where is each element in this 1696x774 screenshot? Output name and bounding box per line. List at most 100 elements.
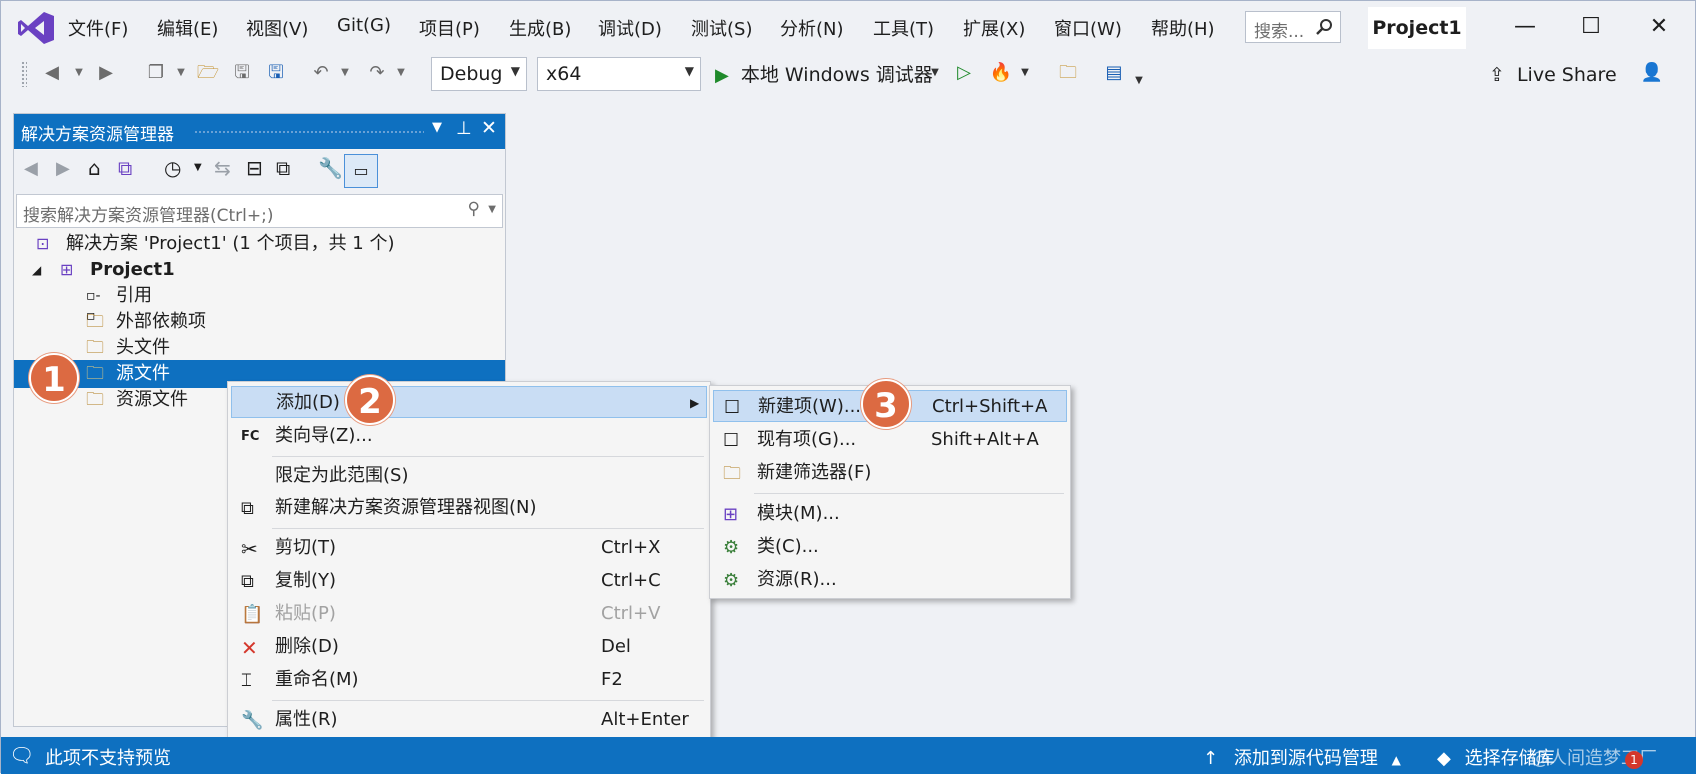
back-icon[interactable]: ◀: [39, 59, 65, 87]
add-to-source-control-button[interactable]: ↑ 添加到源代码管理 ▲: [1203, 744, 1413, 770]
solution-config-dropdown[interactable]: Debug ▼: [431, 57, 527, 91]
new-project-dropdown-icon[interactable]: ▼: [173, 59, 189, 87]
toolbar-grip[interactable]: [21, 61, 27, 87]
search-options-icon[interactable]: ▼: [488, 204, 496, 215]
menu-test[interactable]: 测试(S): [691, 15, 752, 41]
submenu-item-class[interactable]: ⚙ 类(C)...: [713, 531, 1067, 563]
submenu-item-new-filter[interactable]: 🗀 新建筛选器(F): [713, 457, 1067, 489]
menu-tools[interactable]: 工具(T): [873, 15, 934, 41]
pending-dropdown-icon[interactable]: ▼: [194, 162, 202, 173]
find-in-files-icon[interactable]: 🗀: [1053, 59, 1083, 87]
filter-folder-icon: 🗀: [86, 389, 104, 410]
external-deps-icon: 🗀: [86, 311, 104, 332]
maximize-button[interactable]: ☐: [1563, 7, 1619, 47]
debug-target-dropdown-icon[interactable]: ▼: [927, 59, 943, 87]
menu-view[interactable]: 视图(V): [246, 15, 308, 41]
menu-window[interactable]: 窗口(W): [1054, 15, 1122, 41]
menu-item-label: 新建筛选器(F): [757, 462, 872, 483]
step-badge-3: 3: [861, 379, 911, 429]
search-icon: ⚲: [467, 199, 480, 219]
forward-icon[interactable]: ▶: [56, 158, 70, 179]
start-without-debugging-icon[interactable]: ▷: [951, 59, 977, 87]
feedback-icon[interactable]: 👤: [1637, 59, 1667, 87]
menu-item-delete[interactable]: ✕ 删除(D) Del: [231, 631, 707, 663]
preview-selected-icon[interactable]: ▭: [344, 154, 378, 188]
notification-badge[interactable]: 1: [1625, 751, 1643, 769]
menu-build[interactable]: 生成(B): [509, 15, 571, 41]
tree-item-label: Project1: [90, 259, 175, 280]
solution-explorer-titlebar[interactable]: 解决方案资源管理器 ▼ ⊥ ✕: [14, 114, 505, 149]
tree-item-solution[interactable]: ⊡ 解决方案 'Project1' (1 个项目，共 1 个): [14, 230, 505, 258]
menu-item-paste[interactable]: 📋 粘贴(P) Ctrl+V: [231, 598, 707, 630]
menu-git[interactable]: Git(G): [337, 15, 391, 36]
minimize-button[interactable]: —: [1497, 7, 1553, 47]
solution-explorer-search[interactable]: 搜索解决方案资源管理器(Ctrl+;) ⚲ ▼: [16, 194, 503, 228]
back-dropdown-icon[interactable]: ▼: [71, 59, 87, 87]
forward-icon[interactable]: ▶: [93, 59, 119, 87]
collapse-all-icon[interactable]: ⊟: [246, 156, 263, 180]
redo-dropdown-icon[interactable]: ▼: [393, 59, 409, 87]
tree-item-references[interactable]: ▫-▫ 引用: [14, 282, 505, 324]
menu-item-rename[interactable]: ⌶ 重命名(M) F2: [231, 664, 707, 696]
properties-wrench-icon[interactable]: 🔧: [318, 156, 343, 180]
menu-edit[interactable]: 编辑(E): [157, 15, 218, 41]
toolbar-options-icon[interactable]: ▼: [1131, 67, 1147, 95]
menu-help[interactable]: 帮助(H): [1151, 15, 1215, 41]
submenu-item-module[interactable]: ⊞ 模块(M)...: [713, 498, 1067, 530]
tree-item-project[interactable]: ◢ ⊞ Project1: [14, 256, 505, 284]
menu-item-new-explorer-view[interactable]: ⧉ 新建解决方案资源管理器视图(N): [231, 492, 707, 524]
undo-dropdown-icon[interactable]: ▼: [337, 59, 353, 87]
show-all-files-icon[interactable]: ⧉: [276, 156, 290, 180]
project-title: Project1: [1368, 7, 1466, 49]
hot-reload-dropdown-icon[interactable]: ▼: [1017, 59, 1033, 87]
menu-item-label: 新建解决方案资源管理器视图(N): [275, 497, 537, 518]
visual-studio-logo-icon[interactable]: [17, 11, 55, 45]
undo-icon[interactable]: ↶: [307, 59, 335, 87]
menu-separator: [272, 528, 704, 529]
menu-analyze[interactable]: 分析(N): [780, 15, 844, 41]
back-icon[interactable]: ◀: [24, 158, 38, 179]
solution-search-placeholder: 搜索解决方案资源管理器(Ctrl+;): [23, 206, 274, 226]
menu-item-shortcut: Alt+Enter: [601, 709, 689, 730]
close-window-button[interactable]: ✕: [1631, 7, 1687, 47]
menu-project[interactable]: 项目(P): [419, 15, 480, 41]
class-icon: ⚙: [723, 537, 740, 558]
menu-file[interactable]: 文件(F): [68, 15, 128, 41]
live-share-button[interactable]: ⇪ Live Share: [1489, 61, 1619, 89]
menu-item-add[interactable]: 添加(D) ▶: [231, 386, 707, 418]
tree-item-header-files[interactable]: 🗀 头文件: [14, 334, 505, 362]
menu-item-cut[interactable]: ✂ 剪切(T) Ctrl+X: [231, 532, 707, 564]
pin-icon[interactable]: ⊥: [456, 118, 472, 139]
menu-item-scope-to-this[interactable]: 限定为此范围(S): [231, 460, 707, 492]
solution-explorer-toolbar: ◀ ▶ ⌂ ⧉ ◷ ▼ ⇆ ⊟ ⧉ 🔧 ▭: [14, 150, 505, 194]
git-icon: ◆: [1437, 748, 1451, 769]
save-icon[interactable]: 🖫: [227, 59, 257, 87]
menu-debug[interactable]: 调试(D): [598, 15, 662, 41]
menu-item-copy[interactable]: ⧉ 复制(Y) Ctrl+C: [231, 565, 707, 597]
global-search-box[interactable]: 搜索...: [1245, 11, 1341, 43]
platform-dropdown[interactable]: x64 ▼: [537, 57, 701, 91]
delete-x-icon: ✕: [241, 636, 258, 660]
menu-item-properties[interactable]: 🔧 属性(R) Alt+Enter: [231, 704, 707, 736]
panel-menu-icon[interactable]: ▼: [432, 120, 442, 135]
menu-item-class-wizard[interactable]: FC 类向导(Z)...: [231, 420, 707, 452]
play-icon: ▶: [715, 65, 729, 86]
start-debugging-button[interactable]: ▶ 本地 Windows 调试器: [715, 61, 955, 89]
save-all-icon[interactable]: 🖫: [261, 59, 291, 87]
hot-reload-icon[interactable]: 🔥: [987, 59, 1015, 87]
layout-icon[interactable]: ▤: [1099, 59, 1129, 87]
pending-changes-icon[interactable]: ◷: [164, 156, 181, 180]
tree-item-external-deps[interactable]: 🗀 外部依赖项: [14, 308, 505, 336]
home-icon[interactable]: ⌂: [88, 156, 101, 180]
submenu-item-resource[interactable]: ⚙ 资源(R)...: [713, 564, 1067, 596]
redo-icon[interactable]: ↷: [363, 59, 391, 87]
new-project-icon[interactable]: ❐: [141, 59, 171, 87]
menu-extensions[interactable]: 扩展(X): [963, 15, 1025, 41]
close-panel-icon[interactable]: ✕: [481, 117, 497, 139]
sync-icon[interactable]: ⇆: [214, 156, 231, 180]
open-folder-icon[interactable]: 🗁: [193, 59, 223, 87]
menu-item-label: 模块(M)...: [757, 503, 840, 524]
switch-views-icon[interactable]: ⧉: [118, 156, 132, 180]
expand-arrow-icon[interactable]: ◢: [32, 256, 41, 284]
chevron-down-icon: ▼: [684, 64, 694, 78]
